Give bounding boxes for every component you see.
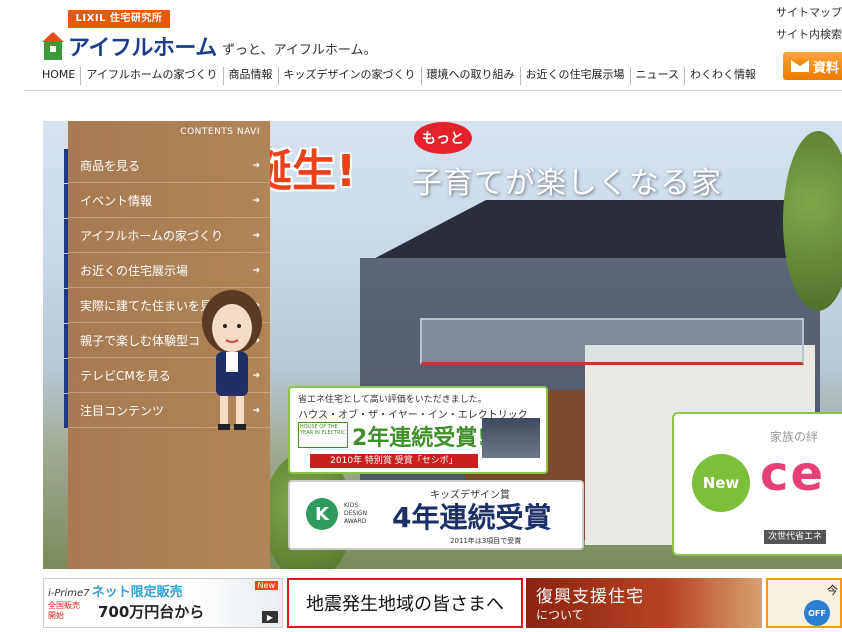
- house-of-the-year-award[interactable]: 省エネ住宅として高い評価をいただきました。 ハウス・オブ・ザ・イヤー・イン・エレ…: [288, 386, 548, 474]
- navi-item-model-homes[interactable]: お近くの住宅展示場 ➔: [64, 254, 270, 288]
- b1-area: 全国販売 開始: [48, 601, 80, 620]
- hero-headline-sub: 子育てが楽しくなる家: [412, 166, 722, 201]
- ce-next-label: 次世代省エネ: [764, 530, 827, 544]
- ce-kazoku-text: 家族の絆: [770, 430, 819, 444]
- gnav-news[interactable]: ニュース: [629, 67, 684, 85]
- contents-navi-title: CONTENTS NAVI: [180, 127, 260, 137]
- gnav-environment[interactable]: 環境への取り組み: [420, 67, 520, 85]
- navi-item-products[interactable]: 商品を見る ➔: [64, 149, 270, 183]
- navi-item-label: アイフルホームの家づくり: [80, 229, 224, 243]
- hero-motto-bubble: もっと: [414, 122, 472, 154]
- award2-note: 2011年は3項目で受賞: [450, 537, 522, 545]
- arrow-right-icon: ➔: [252, 265, 260, 276]
- award2-big: 4年連続受賞: [392, 501, 552, 534]
- header-divider: [24, 90, 842, 91]
- navi-item-label: テレビCMを見る: [80, 369, 171, 383]
- banner-iprime7[interactable]: i-Prime7 ネット限定販売 全国販売 開始 700万円台から New ▶: [43, 578, 283, 628]
- banner-off-promo[interactable]: OFF 今: [766, 578, 842, 628]
- banner-reconstruction[interactable]: 復興支援住宅 について: [526, 578, 762, 628]
- award1-house-photo: [482, 418, 540, 458]
- ce-logo-text: ce: [760, 446, 826, 502]
- navi-item-label: 注目コンテンツ: [80, 404, 165, 418]
- envelope-icon: [791, 60, 809, 72]
- award1-ribbon: 2010年 特別賞 受賞「セシボ」: [310, 454, 478, 468]
- b4-text: 今: [827, 584, 838, 597]
- house-of-the-year-logo: HOUSE OF THE YEAR IN ELECTRIC: [298, 422, 348, 448]
- gnav-house-building[interactable]: アイフルホームの家づくり: [80, 67, 222, 85]
- navi-item-events[interactable]: イベント情報 ➔: [64, 184, 270, 218]
- gnav-products[interactable]: 商品情報: [222, 67, 278, 85]
- navi-item-label: お近くの住宅展示場: [80, 264, 189, 278]
- arrow-right-icon: ➔: [252, 160, 260, 171]
- brand-logo-text[interactable]: アイフルホーム: [68, 30, 217, 62]
- award1-big: 2年連続受賞!: [352, 426, 488, 451]
- lixil-label[interactable]: LIXIL 住宅研究所: [68, 10, 170, 28]
- utility-links: サイトマップ サイト内検索: [776, 2, 842, 46]
- b1-title: i-Prime7 ネット限定販売: [48, 585, 183, 600]
- site-search-link[interactable]: サイト内検索: [776, 24, 842, 46]
- award1-line1: 省エネ住宅として高い評価をいただきました。: [298, 395, 487, 405]
- sitemap-link[interactable]: サイトマップ: [776, 2, 842, 24]
- kids-design-logo-icon: K: [306, 498, 338, 530]
- b1-price: 700万円台から: [98, 603, 205, 621]
- navi-item-label: 商品を見る: [80, 159, 141, 173]
- kids-design-award[interactable]: K KIDS DESIGN AWARD キッズデザイン賞 4年連続受賞 2011…: [288, 480, 584, 550]
- banner-earthquake[interactable]: 地震発生地域の皆さまへ: [287, 578, 523, 628]
- gnav-model-homes[interactable]: お近くの住宅展示場: [519, 67, 630, 85]
- play-icon: ▶: [262, 611, 278, 623]
- b1-new-tag: New: [254, 581, 278, 590]
- house-logo-icon[interactable]: [42, 32, 64, 60]
- ce-product-promo[interactable]: 家族の絆 New ce 次世代省エネ: [672, 412, 842, 556]
- b4-off-badge: OFF: [804, 600, 830, 626]
- gnav-wakuwaku[interactable]: わくわく情報: [683, 67, 761, 85]
- slogan: ずっと、アイフルホーム。: [222, 43, 377, 58]
- navi-item-label: 親子で楽しむ体験型コ: [80, 334, 201, 348]
- navi-item-label: イベント情報: [80, 194, 153, 208]
- navi-item-label: 実際に建てた住まいを見: [80, 299, 213, 313]
- b2-text: 地震発生地域の皆さまへ: [306, 594, 504, 615]
- gnav-kids-design[interactable]: キッズデザインの家づくり: [277, 67, 421, 85]
- new-badge: New: [692, 454, 750, 512]
- catalog-request-label: 資料: [813, 60, 840, 76]
- b3-sub: について: [536, 608, 584, 622]
- b3-title: 復興支援住宅: [536, 587, 644, 607]
- arrow-right-icon: ➔: [252, 195, 260, 206]
- navi-item-house-building[interactable]: アイフルホームの家づくり ➔: [64, 219, 270, 253]
- catalog-request-button[interactable]: 資料: [783, 52, 842, 80]
- mascot-girl-illustration: [202, 290, 262, 430]
- kids-design-logo-text: KIDS DESIGN AWARD: [344, 502, 368, 525]
- global-nav: HOME アイフルホームの家づくり 商品情報 キッズデザインの家づくり 環境への…: [42, 67, 761, 85]
- house-roof: [371, 200, 842, 260]
- arrow-right-icon: ➔: [252, 230, 260, 241]
- house-balcony: [420, 318, 804, 365]
- gnav-home[interactable]: HOME: [42, 67, 80, 85]
